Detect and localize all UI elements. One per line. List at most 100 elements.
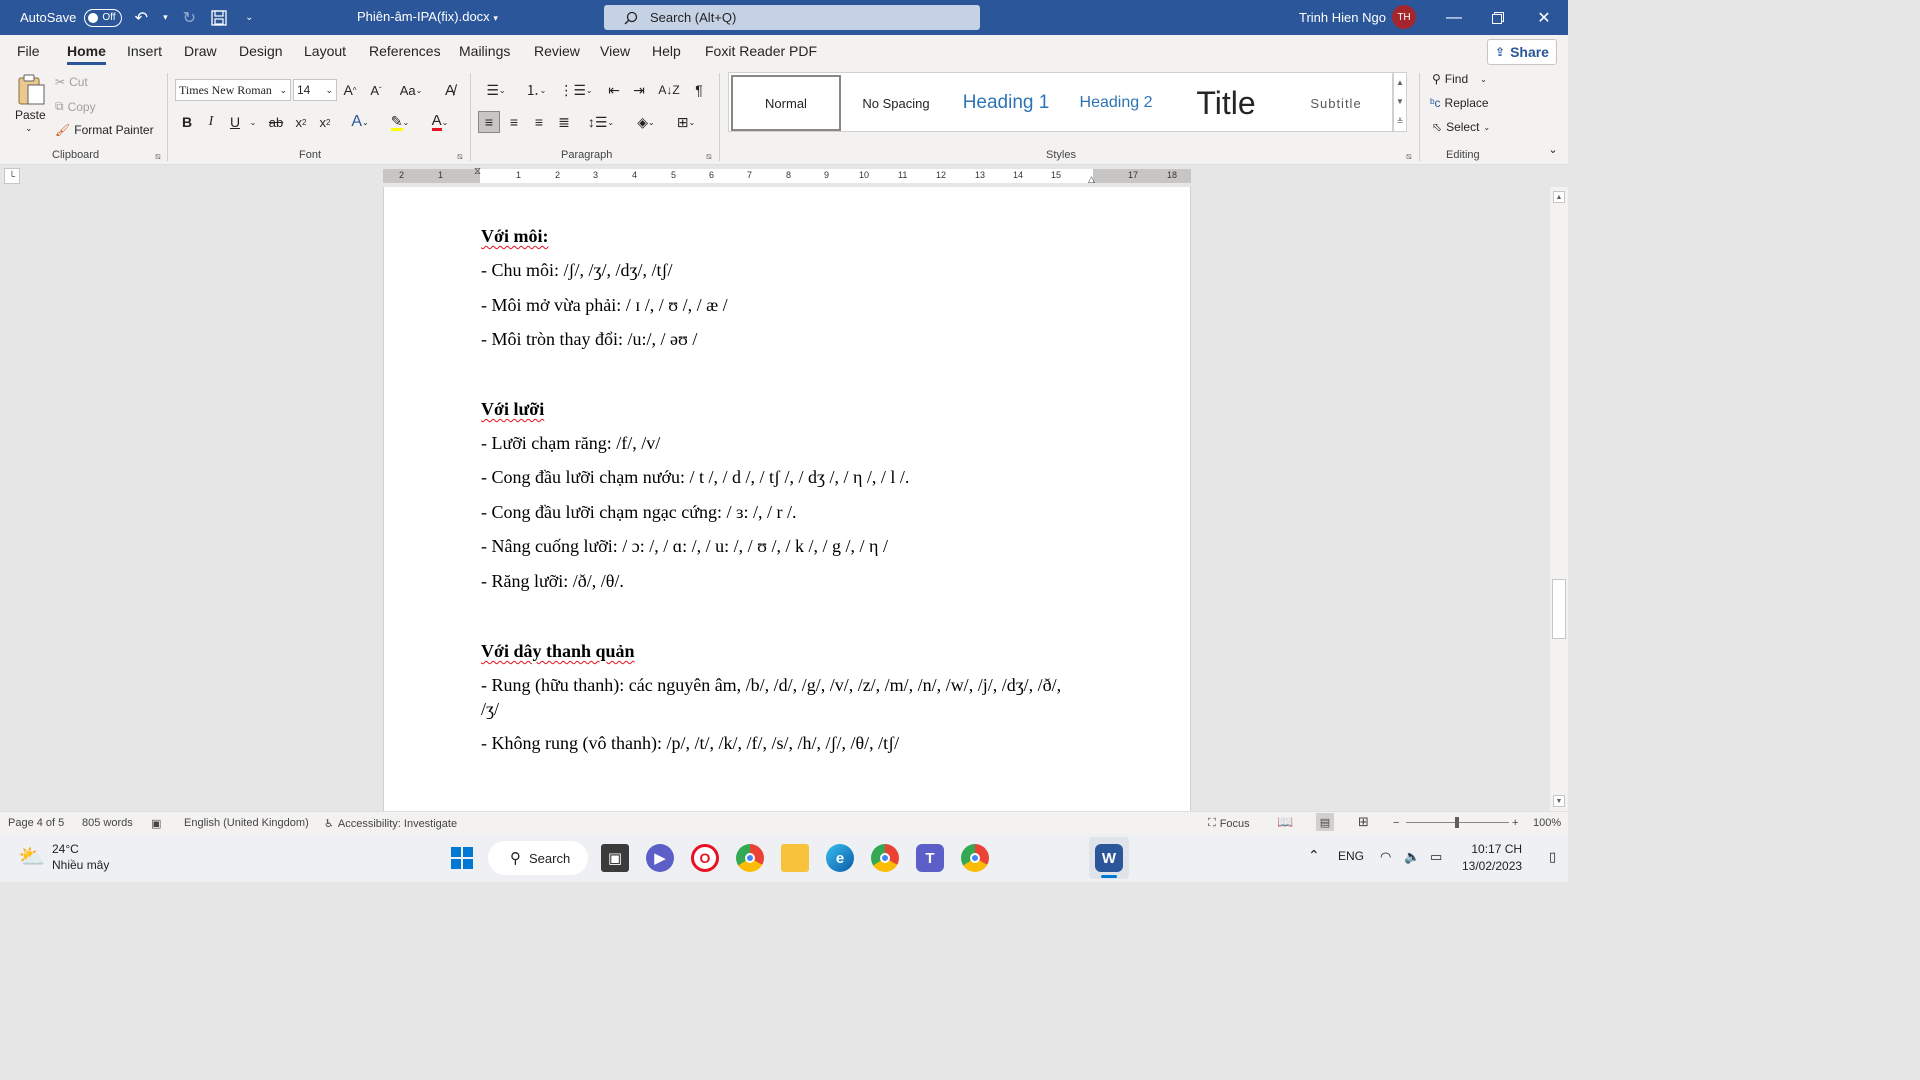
paste-icon[interactable] bbox=[14, 73, 48, 107]
tab-review[interactable]: Review bbox=[534, 43, 580, 59]
customize-toolbar-icon[interactable]: ⌄ bbox=[238, 7, 260, 29]
align-center-icon[interactable]: ≡ bbox=[503, 111, 525, 133]
zoom-level[interactable]: 100% bbox=[1533, 817, 1561, 829]
search-box[interactable]: Search (Alt+Q) bbox=[604, 5, 980, 30]
italic-icon[interactable]: I bbox=[202, 112, 220, 132]
undo-dropdown-icon[interactable]: ▾ bbox=[160, 7, 170, 29]
shrink-font-icon[interactable]: Aˇ bbox=[367, 80, 385, 100]
document-title[interactable]: Phiên-âm-IPA(fix).docx ▾ bbox=[357, 9, 498, 24]
task-view-icon[interactable]: ▣ bbox=[601, 844, 629, 872]
minimize-icon[interactable]: — bbox=[1431, 0, 1477, 35]
tab-design[interactable]: Design bbox=[239, 43, 283, 59]
tab-view[interactable]: View bbox=[600, 43, 630, 59]
styles-launcher-icon[interactable]: ⧅ bbox=[1406, 151, 1412, 162]
tab-layout[interactable]: Layout bbox=[304, 43, 346, 59]
sort-icon[interactable]: A↓Z bbox=[658, 80, 680, 100]
scroll-thumb[interactable] bbox=[1552, 579, 1566, 639]
zoom-in-icon[interactable]: + bbox=[1512, 817, 1518, 829]
font-family-select[interactable]: Times New Roman ⌄ bbox=[175, 79, 291, 101]
weather-icon[interactable]: ⛅ bbox=[18, 844, 45, 870]
borders-icon[interactable]: ⊞ ⌄ bbox=[668, 111, 704, 133]
style-no-spacing[interactable]: No Spacing bbox=[841, 75, 951, 131]
cut-button[interactable]: ✂ Cut bbox=[55, 75, 88, 89]
collapse-ribbon-icon[interactable]: ⌄ bbox=[1545, 141, 1561, 157]
increase-indent-icon[interactable]: ⇥ bbox=[628, 80, 650, 100]
restore-icon[interactable] bbox=[1475, 0, 1521, 35]
tab-selector[interactable]: └ bbox=[4, 168, 20, 184]
text-effects-icon[interactable]: A ⌄ bbox=[345, 112, 375, 132]
ruler[interactable]: 2 1 1 2 3 4 5 6 7 8 9 10 11 12 13 14 15 … bbox=[383, 166, 1191, 185]
format-painter-button[interactable]: 🖌 Format Painter bbox=[55, 123, 154, 137]
chrome-icon[interactable] bbox=[736, 844, 764, 872]
weather-widget[interactable]: 24°C Nhiều mây bbox=[52, 841, 109, 873]
word-count[interactable]: 805 words bbox=[82, 817, 133, 829]
battery-icon[interactable]: ▭ bbox=[1430, 849, 1442, 865]
redo-icon[interactable]: ↻ bbox=[178, 7, 200, 29]
web-layout-icon[interactable]: ⊞ bbox=[1358, 814, 1369, 830]
show-marks-icon[interactable]: ¶ bbox=[688, 80, 710, 100]
zoom-slider-thumb[interactable] bbox=[1455, 817, 1459, 828]
volume-icon[interactable]: 🔈 bbox=[1404, 849, 1420, 865]
subscript-icon[interactable]: x2 bbox=[292, 112, 310, 132]
opera-icon[interactable]: O bbox=[691, 844, 719, 872]
file-explorer-icon[interactable] bbox=[781, 844, 809, 872]
numbering-icon[interactable]: ⒈ ⌄ bbox=[518, 80, 554, 100]
wifi-icon[interactable]: ◠ bbox=[1380, 849, 1391, 865]
right-indent-marker-icon[interactable]: △ bbox=[1088, 174, 1095, 185]
tab-help[interactable]: Help bbox=[652, 43, 681, 59]
vertical-scrollbar[interactable]: ▲ ▼ bbox=[1550, 187, 1568, 811]
word-taskbar-slot[interactable]: W bbox=[1089, 837, 1129, 879]
notification-icon[interactable]: ▯ bbox=[1549, 849, 1556, 865]
styles-scroll[interactable]: ▲ ▼ ≚ bbox=[1393, 72, 1407, 132]
paste-button[interactable]: Paste bbox=[15, 108, 46, 122]
focus-button[interactable]: ⛶ Focus bbox=[1208, 817, 1250, 830]
save-icon[interactable] bbox=[208, 7, 230, 29]
tab-file[interactable]: File bbox=[17, 43, 40, 59]
highlight-icon[interactable]: ✎ ⌄ bbox=[384, 112, 416, 132]
style-subtitle[interactable]: Subtitle bbox=[1281, 75, 1391, 131]
chat-icon[interactable]: ▶ bbox=[646, 844, 674, 872]
bullets-icon[interactable]: ☰ ⌄ bbox=[478, 80, 514, 100]
grow-font-icon[interactable]: A ^ bbox=[341, 80, 359, 100]
font-size-select[interactable]: 14 ⌄ bbox=[293, 79, 337, 101]
strikethrough-icon[interactable]: ab bbox=[266, 112, 286, 132]
align-right-icon[interactable]: ≡ bbox=[528, 111, 550, 133]
scroll-down-icon[interactable]: ▼ bbox=[1553, 795, 1565, 807]
read-mode-icon[interactable]: 📖 bbox=[1277, 814, 1293, 830]
clear-formatting-icon[interactable]: A̸ bbox=[440, 79, 460, 101]
underline-icon[interactable]: U bbox=[226, 112, 244, 132]
styles-more-icon[interactable]: ≚ bbox=[1397, 117, 1404, 126]
style-heading-1[interactable]: Heading 1 bbox=[951, 75, 1061, 131]
zoom-slider[interactable] bbox=[1406, 817, 1509, 828]
styles-up-icon[interactable]: ▲ bbox=[1396, 78, 1404, 87]
tab-mailings[interactable]: Mailings bbox=[459, 43, 510, 59]
scroll-up-icon[interactable]: ▲ bbox=[1553, 191, 1565, 203]
avatar[interactable]: TH bbox=[1392, 5, 1416, 29]
bold-icon[interactable]: B bbox=[178, 112, 196, 132]
font-color-icon[interactable]: A ⌄ bbox=[424, 112, 456, 132]
styles-down-icon[interactable]: ▼ bbox=[1396, 97, 1404, 106]
close-icon[interactable]: ✕ bbox=[1521, 0, 1567, 35]
tab-home[interactable]: Home bbox=[67, 43, 106, 65]
paste-dropdown-icon[interactable]: ⌄ bbox=[25, 123, 33, 134]
zoom-out-icon[interactable]: − bbox=[1393, 817, 1399, 829]
paragraph-launcher-icon[interactable]: ⧅ bbox=[706, 151, 712, 162]
accessibility-button[interactable]: ♿ Accessibility: Investigate bbox=[324, 817, 457, 831]
taskbar-search[interactable]: ⚲ Search bbox=[488, 841, 588, 875]
copy-button[interactable]: ⧉ Copy bbox=[55, 99, 96, 114]
tab-draw[interactable]: Draw bbox=[184, 43, 217, 59]
tab-references[interactable]: References bbox=[369, 43, 441, 59]
indent-marker-icon[interactable]: ⧖ bbox=[474, 166, 481, 177]
share-button[interactable]: ⇪ Share bbox=[1487, 39, 1557, 65]
start-icon[interactable] bbox=[448, 844, 476, 872]
superscript-icon[interactable]: x2 bbox=[316, 112, 334, 132]
style-heading-2[interactable]: Heading 2 bbox=[1061, 75, 1171, 131]
user-name[interactable]: Trinh Hien Ngo bbox=[1299, 10, 1386, 25]
justify-icon[interactable]: ≣ bbox=[553, 111, 575, 133]
style-title[interactable]: Title bbox=[1171, 75, 1281, 131]
autosave-toggle[interactable]: Off bbox=[84, 8, 123, 27]
undo-icon[interactable]: ↶ bbox=[130, 7, 152, 29]
language-indicator[interactable]: English (United Kingdom) bbox=[184, 817, 309, 829]
edge-icon[interactable]: e bbox=[826, 844, 854, 872]
font-launcher-icon[interactable]: ⧅ bbox=[457, 151, 463, 162]
